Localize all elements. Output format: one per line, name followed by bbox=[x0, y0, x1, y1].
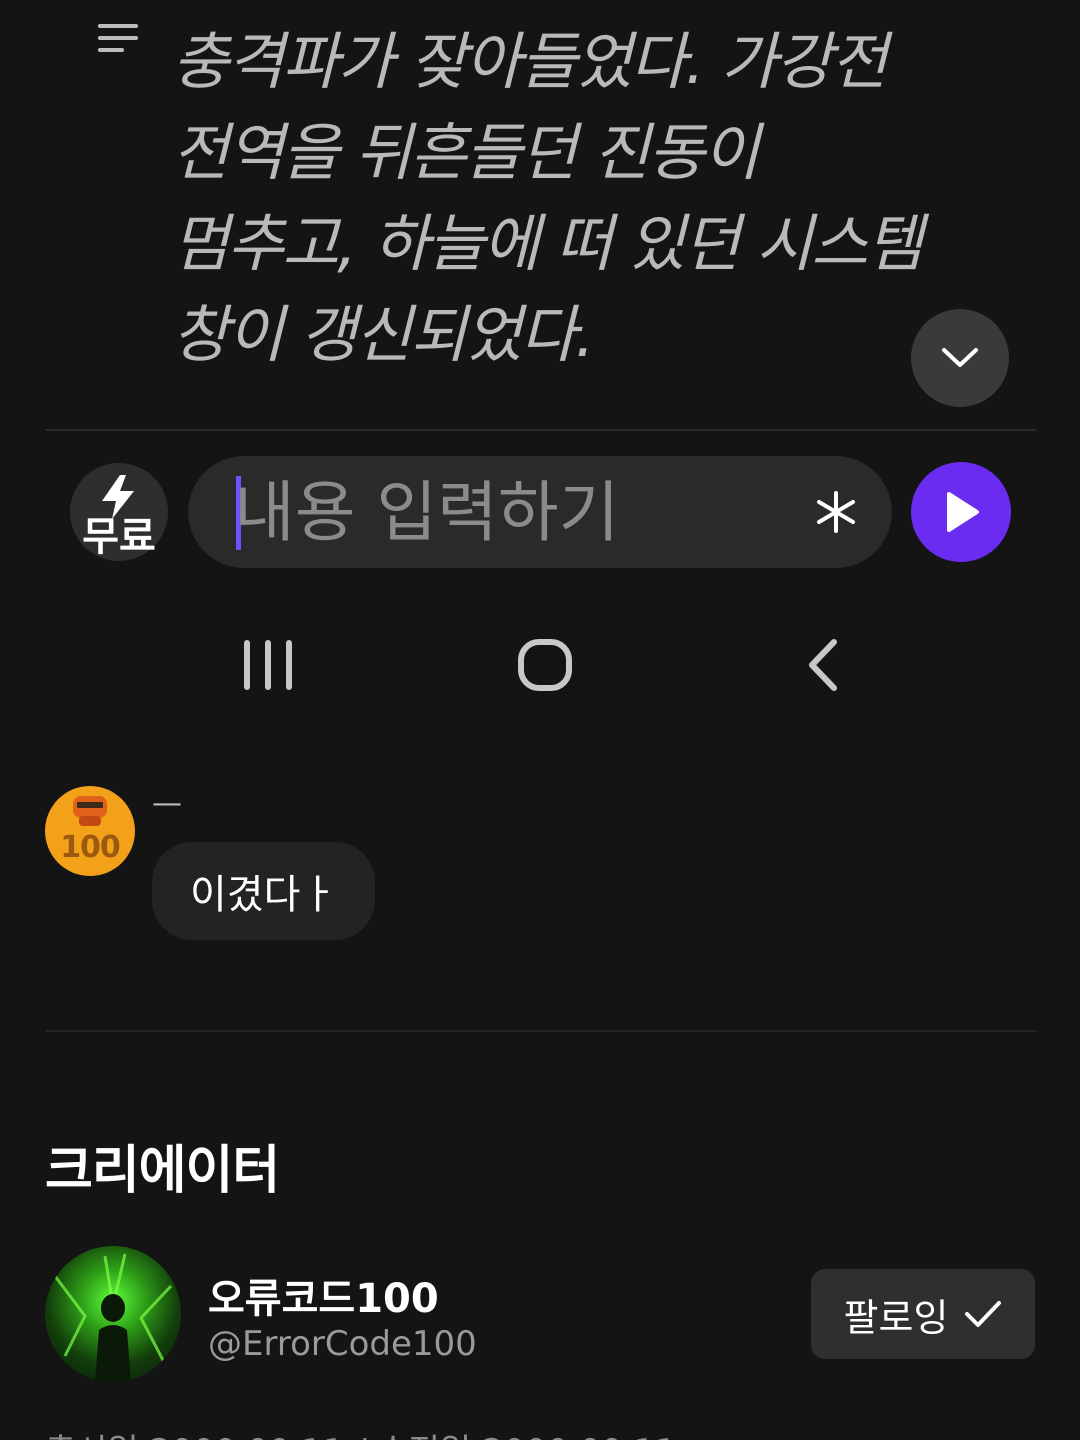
avatar-text: 100 bbox=[60, 830, 121, 865]
send-button[interactable] bbox=[911, 462, 1011, 562]
message-input[interactable] bbox=[234, 470, 794, 554]
play-icon bbox=[947, 492, 979, 532]
free-label: 무료 bbox=[82, 514, 156, 560]
app-root: 충격파가 잦아들었다. 가강전 전역을 뒤흔들던 진동이 멈추고, 하늘에 떠 … bbox=[0, 0, 1080, 1440]
creator-name[interactable]: 오류코드100 bbox=[208, 1266, 439, 1324]
divider bbox=[46, 429, 1036, 431]
menu-lines-icon[interactable] bbox=[98, 24, 142, 56]
home-icon[interactable] bbox=[517, 638, 573, 692]
embedded-screenshot: 충격파가 잦아들었다. 가강전 전역을 뒤흔들던 진동이 멈추고, 하늘에 떠 … bbox=[0, 0, 1080, 730]
divider bbox=[46, 1030, 1036, 1032]
story-line: 전역을 뒤흔들던 진동이 bbox=[172, 116, 760, 189]
comment-author: — bbox=[152, 786, 182, 821]
scroll-down-button[interactable] bbox=[911, 309, 1009, 407]
story-line: 멈추고, 하늘에 떠 있던 시스템 bbox=[172, 207, 923, 280]
chevron-down-icon bbox=[942, 348, 978, 367]
check-icon bbox=[965, 1301, 1002, 1327]
story-line: 충격파가 잦아들었다. 가강전 bbox=[172, 25, 888, 98]
following-button[interactable]: 팔로잉 bbox=[811, 1269, 1035, 1359]
story-text: 충격파가 잦아들었다. 가강전 전역을 뒤흔들던 진동이 멈추고, 하늘에 떠 … bbox=[172, 16, 992, 380]
release-date-meta: 출시일 2000.00.11 / 수정일 2000.00.11 bbox=[45, 1424, 677, 1440]
back-icon[interactable] bbox=[806, 638, 840, 692]
comment-text: 이겼다ㅏ bbox=[190, 872, 338, 918]
asterisk-icon[interactable] bbox=[814, 490, 858, 534]
message-input-container[interactable] bbox=[188, 456, 892, 568]
story-line: 창이 갱신되었다. bbox=[172, 298, 595, 371]
creator-handle: @ErrorCode100 bbox=[208, 1324, 477, 1364]
avatar-figure-icon bbox=[53, 1253, 173, 1382]
creator-avatar[interactable] bbox=[45, 1246, 181, 1382]
comment-bubble: 이겼다ㅏ bbox=[152, 842, 376, 940]
comment-avatar[interactable]: 100 bbox=[45, 786, 135, 876]
lightning-icon bbox=[102, 475, 134, 519]
following-label: 팔로잉 bbox=[843, 1295, 949, 1340]
recent-apps-icon[interactable] bbox=[244, 638, 294, 692]
free-button[interactable]: 무료 bbox=[70, 463, 168, 561]
section-title: 크리에이터 bbox=[45, 1141, 280, 1201]
